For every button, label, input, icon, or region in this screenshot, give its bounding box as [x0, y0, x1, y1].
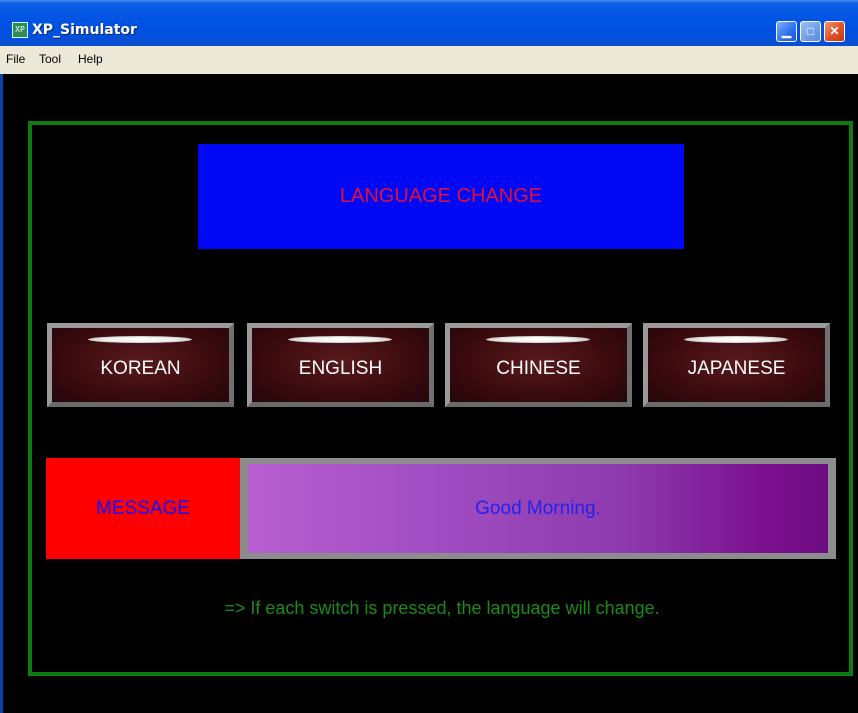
maximize-icon: □ — [806, 24, 815, 38]
switch-english[interactable]: ENGLISH — [247, 323, 434, 407]
menu-bar: File Tool Help — [0, 46, 858, 74]
message-display: Good Morning. — [240, 458, 836, 559]
instruction-text: => If each switch is pressed, the langua… — [224, 598, 660, 618]
switch-japanese[interactable]: JAPANESE — [643, 323, 830, 407]
menu-file[interactable]: File — [6, 52, 25, 66]
switch-lamp-icon — [486, 336, 590, 343]
switch-label: ENGLISH — [298, 358, 383, 379]
switch-korean[interactable]: KOREAN — [47, 323, 234, 407]
minimize-button[interactable]: ▁ — [776, 21, 797, 42]
menu-help[interactable]: Help — [78, 52, 103, 66]
minimize-icon: ▁ — [781, 24, 792, 38]
switch-label: KOREAN — [100, 358, 181, 379]
banner-title: LANGUAGE CHANGE — [339, 185, 543, 207]
app-icon: XP — [12, 22, 28, 38]
close-icon: ✕ — [829, 24, 840, 38]
app-window: XP XP_Simulator ▁ □ ✕ File Tool Help LAN… — [0, 0, 858, 713]
message-label: MESSAGE — [46, 458, 240, 559]
title-bar[interactable]: XP XP_Simulator ▁ □ ✕ — [0, 0, 858, 46]
switch-lamp-icon — [288, 336, 392, 343]
switch-chinese[interactable]: CHINESE — [445, 323, 632, 407]
close-button[interactable]: ✕ — [824, 21, 845, 42]
maximize-button[interactable]: □ — [800, 21, 821, 42]
switch-lamp-icon — [88, 336, 192, 343]
menu-tool[interactable]: Tool — [39, 52, 61, 66]
message-label-text: MESSAGE — [96, 497, 190, 519]
message-value: Good Morning. — [475, 497, 601, 519]
switch-lamp-icon — [684, 336, 788, 343]
window-title: XP_Simulator — [32, 22, 137, 38]
switch-label: JAPANESE — [687, 358, 786, 379]
switch-label: CHINESE — [496, 358, 581, 379]
language-change-banner: LANGUAGE CHANGE — [198, 144, 684, 249]
